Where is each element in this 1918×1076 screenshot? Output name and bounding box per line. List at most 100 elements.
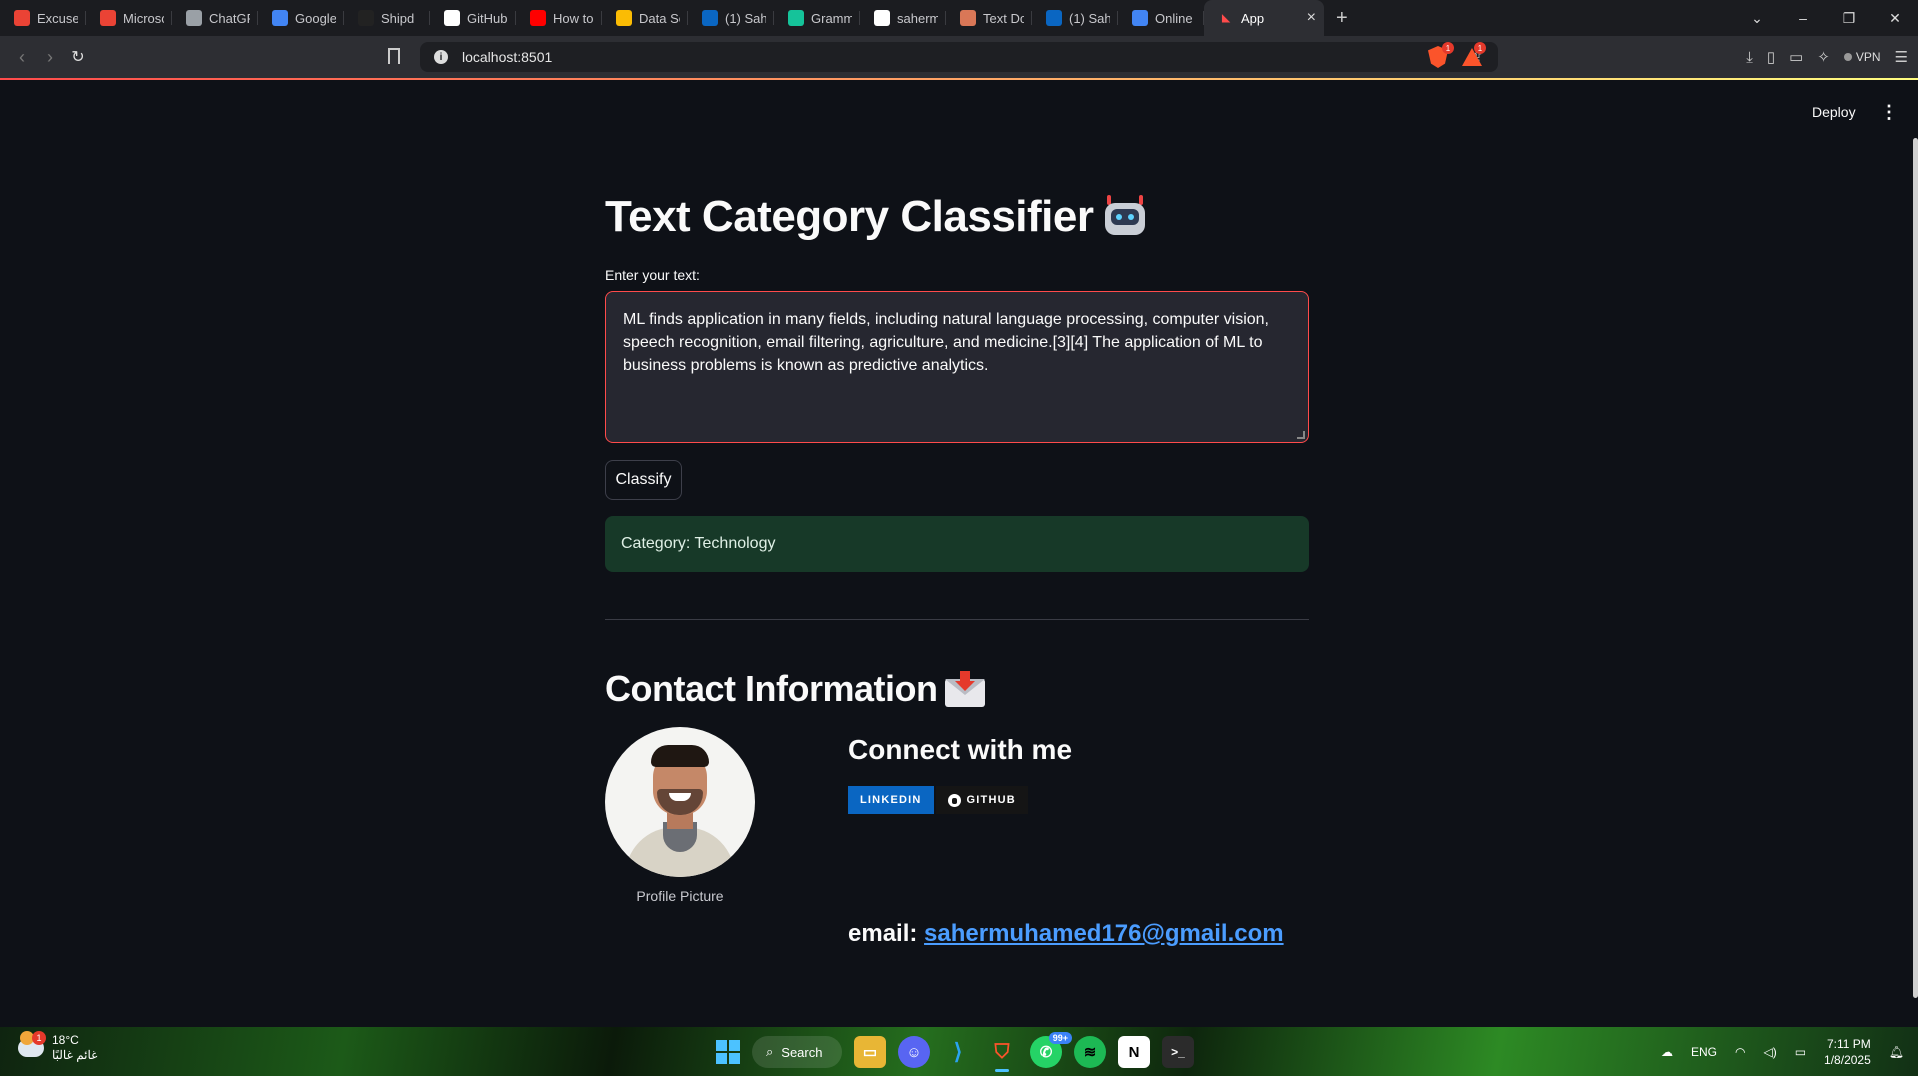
tab-label: Shipd xyxy=(381,10,415,26)
tab-active-app[interactable]: ◣ App × xyxy=(1204,0,1324,36)
browser-tab[interactable]: (1) Saher M xyxy=(1032,0,1118,36)
tab-label: sahermuhar xyxy=(897,10,938,26)
sidebar-icon[interactable]: ▯ xyxy=(1767,48,1775,66)
site-info-icon[interactable]: i xyxy=(434,50,448,64)
terminal-icon[interactable]: >_ xyxy=(1162,1036,1194,1068)
downloads-icon[interactable]: ⤓ xyxy=(1746,49,1753,66)
linkedin-badge[interactable]: LINKEDIN xyxy=(848,786,934,814)
social-badges: LINKEDIN GITHUB xyxy=(848,786,1028,814)
system-tray: ☁ ENG ◠ ◁) ▭ 7:11 PM 1/8/2025 🔔︎ xyxy=(1661,1027,1904,1076)
github-badge-label: GITHUB xyxy=(966,794,1016,806)
minimize-button[interactable]: – xyxy=(1780,10,1826,27)
browser-tab[interactable]: Shipd xyxy=(344,0,430,36)
tab-search-icon[interactable]: ⌄ xyxy=(1734,10,1780,27)
forward-button[interactable]: › xyxy=(36,47,64,68)
language-indicator[interactable]: ENG xyxy=(1691,1045,1717,1059)
menu-icon[interactable]: ☰ xyxy=(1895,48,1908,66)
browser-tab[interactable]: Data Scienc xyxy=(602,0,688,36)
vpn-button[interactable]: VPN xyxy=(1843,50,1881,64)
leo-ai-icon[interactable]: ✧ xyxy=(1817,48,1830,66)
restore-button[interactable]: ❐ xyxy=(1826,10,1872,27)
tab-list: Excuse for a Microsoft a ChatGPT Google Tra… xyxy=(0,0,1204,36)
browser-tab[interactable]: Microsoft a xyxy=(86,0,172,36)
tab-label: Text Docum xyxy=(983,10,1024,26)
tab-label: Data Scienc xyxy=(639,10,680,26)
browser-tab[interactable]: GitHub xyxy=(430,0,516,36)
tab-label: How to Del xyxy=(553,10,594,26)
classify-button[interactable]: Classify xyxy=(605,460,682,500)
browser-tab[interactable]: (1) Saher M xyxy=(688,0,774,36)
clock[interactable]: 7:11 PM 1/8/2025 xyxy=(1824,1036,1871,1068)
notifications-icon[interactable]: 🔔︎ xyxy=(1889,1045,1904,1059)
browser-tab-strip: Excuse for a Microsoft a ChatGPT Google Tra… xyxy=(0,0,1918,36)
tab-label: Google Tran xyxy=(295,10,336,26)
page-scrollbar[interactable] xyxy=(1913,138,1918,998)
browser-tab[interactable]: Excuse for a xyxy=(0,0,86,36)
weather-temp: 18°C xyxy=(52,1033,79,1047)
toolbar-actions: ⤓ ▯ ▭ ✧ VPN ☰ xyxy=(1746,36,1908,78)
volume-icon[interactable]: ◁) xyxy=(1763,1045,1776,1059)
robot-icon xyxy=(1103,195,1147,239)
notion-icon[interactable]: N xyxy=(1118,1036,1150,1068)
deploy-button[interactable]: Deploy xyxy=(1812,104,1856,120)
file-explorer-icon[interactable]: ▭ xyxy=(854,1036,886,1068)
vpn-status-icon xyxy=(1843,53,1852,61)
url-text: localhost:8501 xyxy=(462,49,553,65)
linkedin-badge-label: LINKEDIN xyxy=(860,794,922,806)
github-badge[interactable]: GITHUB xyxy=(935,786,1028,814)
contact-heading-text: Contact Information xyxy=(605,668,938,709)
windows-taskbar: 1 18°C غائم غالبًا ⌕ Search ▭ ☺ ⟩ ⛉ ✆ 99+… xyxy=(0,1027,1918,1076)
battery-icon[interactable]: ▭ xyxy=(1795,1045,1806,1059)
clock-date: 1/8/2025 xyxy=(1824,1052,1871,1067)
claude-icon xyxy=(960,10,976,26)
browser-tab[interactable]: How to Del xyxy=(516,0,602,36)
browser-tab[interactable]: Online Shop xyxy=(1118,0,1204,36)
chatgpt-icon xyxy=(186,10,202,26)
new-tab-button[interactable]: + xyxy=(1324,7,1360,30)
brave-browser-icon[interactable]: ⛉ xyxy=(986,1036,1018,1072)
text-input-area[interactable]: ML finds application in many fields, inc… xyxy=(605,291,1309,443)
weather-badge: 1 xyxy=(32,1031,46,1045)
whatsapp-badge: 99+ xyxy=(1048,1032,1072,1044)
close-tab-icon[interactable]: × xyxy=(1307,9,1316,27)
text-input-value: ML finds application in many fields, inc… xyxy=(623,311,1269,374)
email-link[interactable]: sahermuhamed176@gmail.com xyxy=(924,920,1284,947)
clock-time: 7:11 PM xyxy=(1826,1036,1871,1051)
tab-label: Grammarly xyxy=(811,10,852,26)
resize-handle[interactable] xyxy=(1297,431,1305,439)
wifi-icon[interactable]: ◠ xyxy=(1735,1045,1745,1059)
github-icon xyxy=(444,10,460,26)
spotify-icon[interactable]: ≋ xyxy=(1074,1036,1106,1068)
reload-button[interactable]: ↻ xyxy=(64,47,92,67)
tab-label: GitHub xyxy=(467,10,508,26)
browser-tab[interactable]: Grammarly xyxy=(774,0,860,36)
browser-tab[interactable]: Google Tran xyxy=(258,0,344,36)
main-menu-icon[interactable]: ⋮ xyxy=(1880,102,1898,123)
browser-tab[interactable]: sahermuhar xyxy=(860,0,946,36)
vpn-label: VPN xyxy=(1855,50,1881,64)
address-bar[interactable]: i localhost:8501 ⇪ xyxy=(420,42,1498,72)
text-input-label: Enter your text: xyxy=(605,267,700,283)
vscode-icon[interactable]: ⟩ xyxy=(942,1036,974,1068)
browser-tab[interactable]: ChatGPT xyxy=(172,0,258,36)
windows-start-icon[interactable] xyxy=(716,1040,740,1064)
google-drive-icon xyxy=(616,10,632,26)
tab-label: App xyxy=(1241,10,1265,26)
bookmark-icon[interactable] xyxy=(388,48,400,64)
taskbar-search[interactable]: ⌕ Search xyxy=(752,1036,842,1068)
linkedin-icon xyxy=(1046,10,1062,26)
email-line: email: sahermuhamed176@gmail.com xyxy=(848,920,1284,948)
weather-text: غائم غالبًا xyxy=(52,1048,98,1062)
close-window-button[interactable]: ✕ xyxy=(1872,10,1918,27)
weather-widget[interactable]: 1 18°C غائم غالبًا xyxy=(18,1031,98,1063)
browser-tab[interactable]: Text Docum xyxy=(946,0,1032,36)
wallet-icon[interactable]: ▭ xyxy=(1789,48,1803,66)
github-icon xyxy=(874,10,890,26)
discord-icon[interactable]: ☺ xyxy=(898,1036,930,1068)
onedrive-icon[interactable]: ☁ xyxy=(1661,1045,1673,1059)
tab-label: (1) Saher M xyxy=(1069,10,1110,26)
back-button[interactable]: ‹ xyxy=(8,47,36,68)
whatsapp-icon[interactable]: ✆ 99+ xyxy=(1030,1032,1072,1068)
tab-label: (1) Saher M xyxy=(725,10,766,26)
rewards-count-badge: 1 xyxy=(1474,42,1486,54)
